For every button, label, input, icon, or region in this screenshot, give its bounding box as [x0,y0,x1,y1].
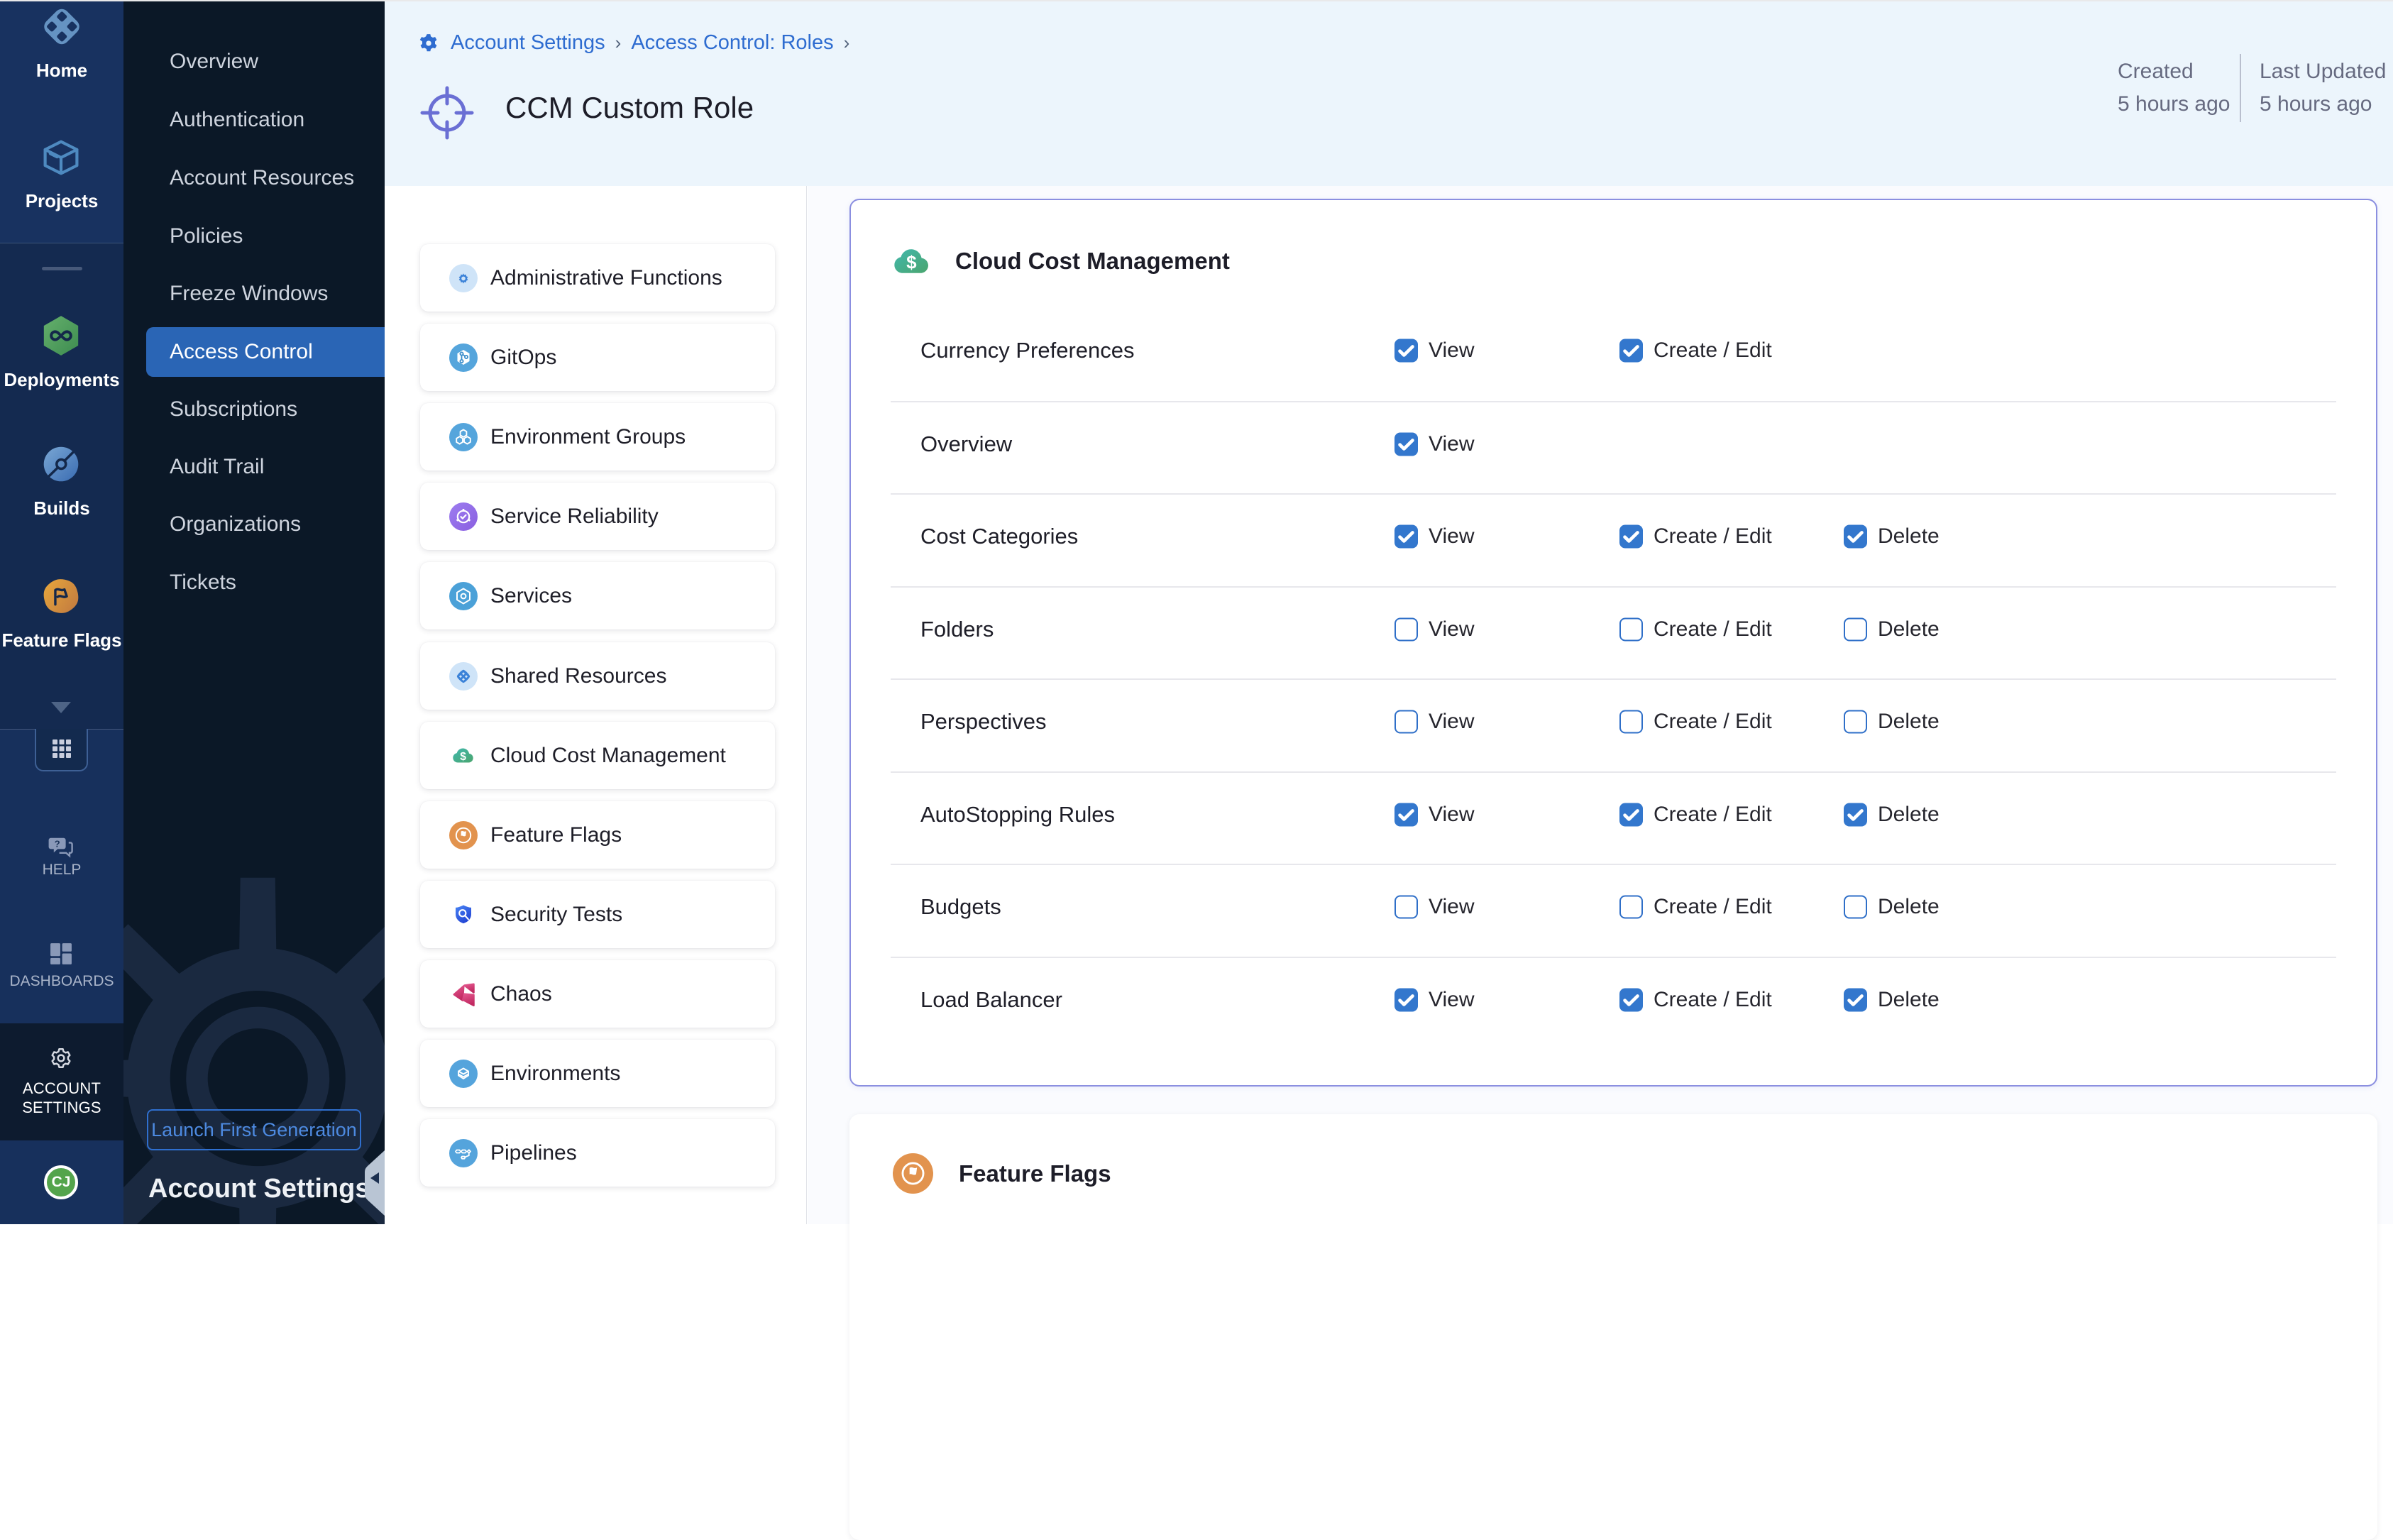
svg-text:?: ? [55,839,60,849]
svg-text:$: $ [460,750,466,762]
